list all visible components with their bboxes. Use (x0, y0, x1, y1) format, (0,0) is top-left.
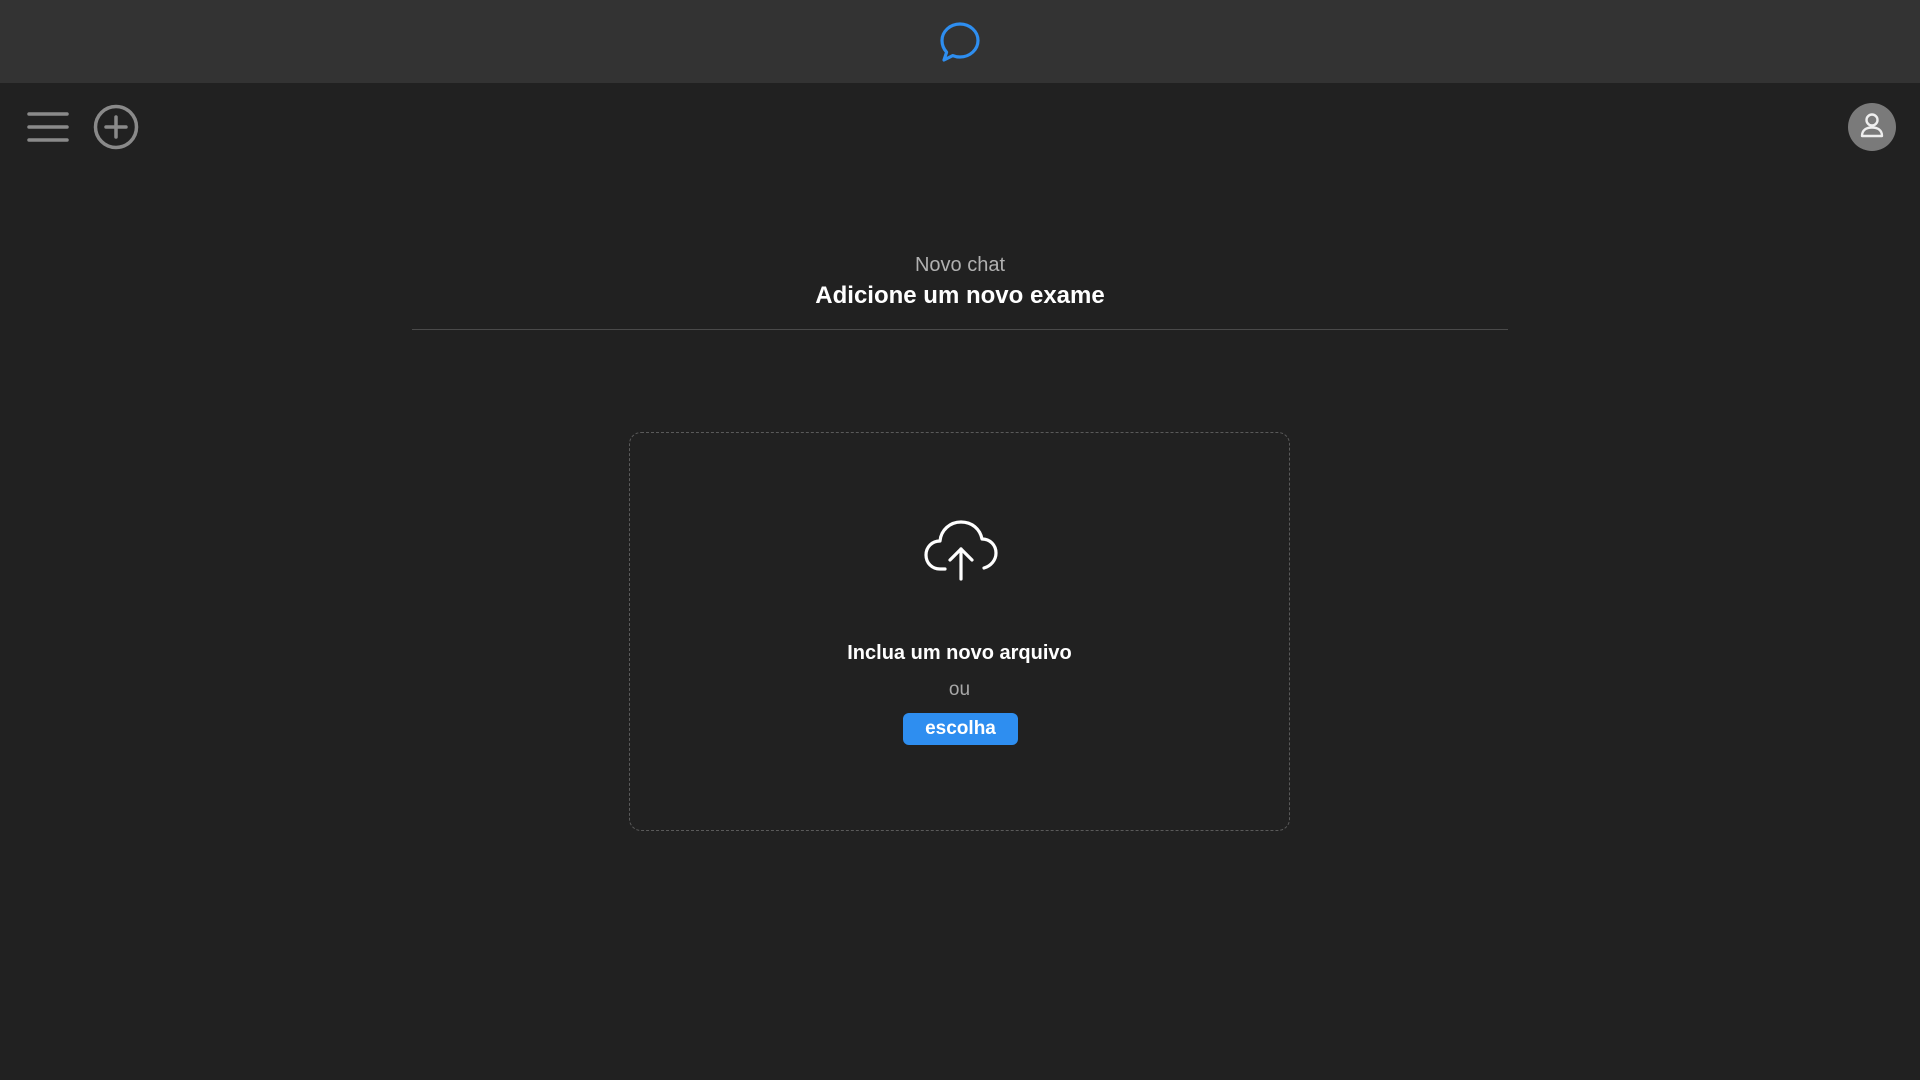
choose-file-button[interactable]: escolha (903, 713, 1018, 745)
toolbar (0, 83, 1920, 171)
plus-circle-icon[interactable] (93, 104, 139, 150)
page-title: Adicione um novo exame (815, 282, 1105, 309)
hamburger-menu-icon[interactable] (26, 107, 70, 147)
dropzone-label: Inclua um novo arquivo (847, 642, 1072, 664)
top-bar (0, 0, 1920, 83)
cloud-upload-icon (923, 519, 999, 583)
chat-bubble-icon (937, 19, 983, 65)
user-icon (1858, 111, 1886, 144)
or-label: ou (948, 679, 971, 700)
page-subtitle: Novo chat (914, 254, 1006, 276)
page-header: Novo chat Adicione um novo exame (412, 250, 1508, 312)
avatar[interactable] (1848, 103, 1896, 151)
file-dropzone[interactable]: Inclua um novo arquivo ou escolha (629, 432, 1290, 831)
header-divider (412, 329, 1508, 330)
